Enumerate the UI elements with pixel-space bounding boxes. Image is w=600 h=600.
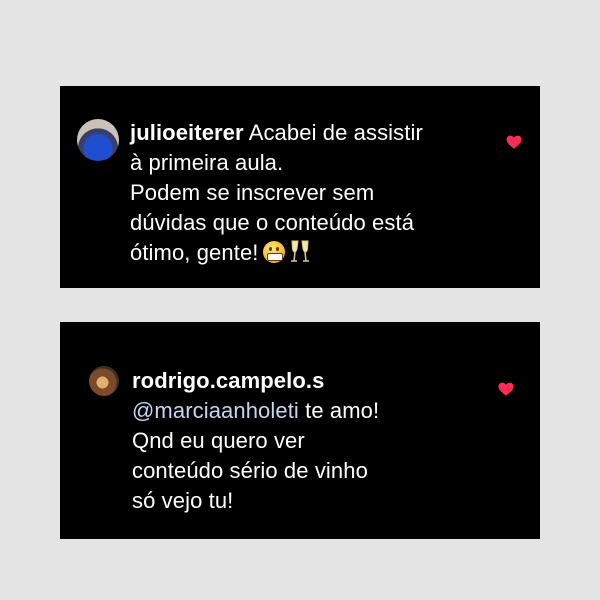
avatar[interactable] [89, 366, 119, 396]
comment-username[interactable]: julioeiterer [130, 120, 244, 145]
comment-line: Acabei de assistir [248, 120, 423, 145]
comment-line: à primeira aula. [130, 150, 284, 175]
heart-icon[interactable] [497, 380, 515, 398]
comment-line: conteúdo sério de vinho [132, 458, 368, 483]
comment-line: Qnd eu quero ver [132, 428, 305, 453]
comment-card: rodrigo.campelo.s @marciaanholeti te amo… [60, 322, 540, 539]
comment-line: te amo! [305, 398, 380, 423]
mention-link[interactable]: @marciaanholeti [132, 398, 299, 423]
comment-line: ótimo, gente! [130, 240, 259, 265]
comment-card: julioeiterer Acabei de assistir à primei… [60, 86, 540, 288]
comment-line: só vejo tu! [132, 488, 234, 513]
comment-text: rodrigo.campelo.s @marciaanholeti te amo… [132, 366, 512, 516]
heart-icon[interactable] [505, 133, 523, 151]
comment-username[interactable]: rodrigo.campelo.s [132, 368, 324, 393]
comment-line: Podem se inscrever sem [130, 180, 375, 205]
comment-text: julioeiterer Acabei de assistir à primei… [130, 118, 510, 268]
clinking-glasses-emoji [289, 239, 311, 263]
comment-line: dúvidas que o conteúdo está [130, 210, 415, 235]
avatar[interactable] [77, 119, 119, 161]
grinning-face-emoji [262, 241, 285, 263]
